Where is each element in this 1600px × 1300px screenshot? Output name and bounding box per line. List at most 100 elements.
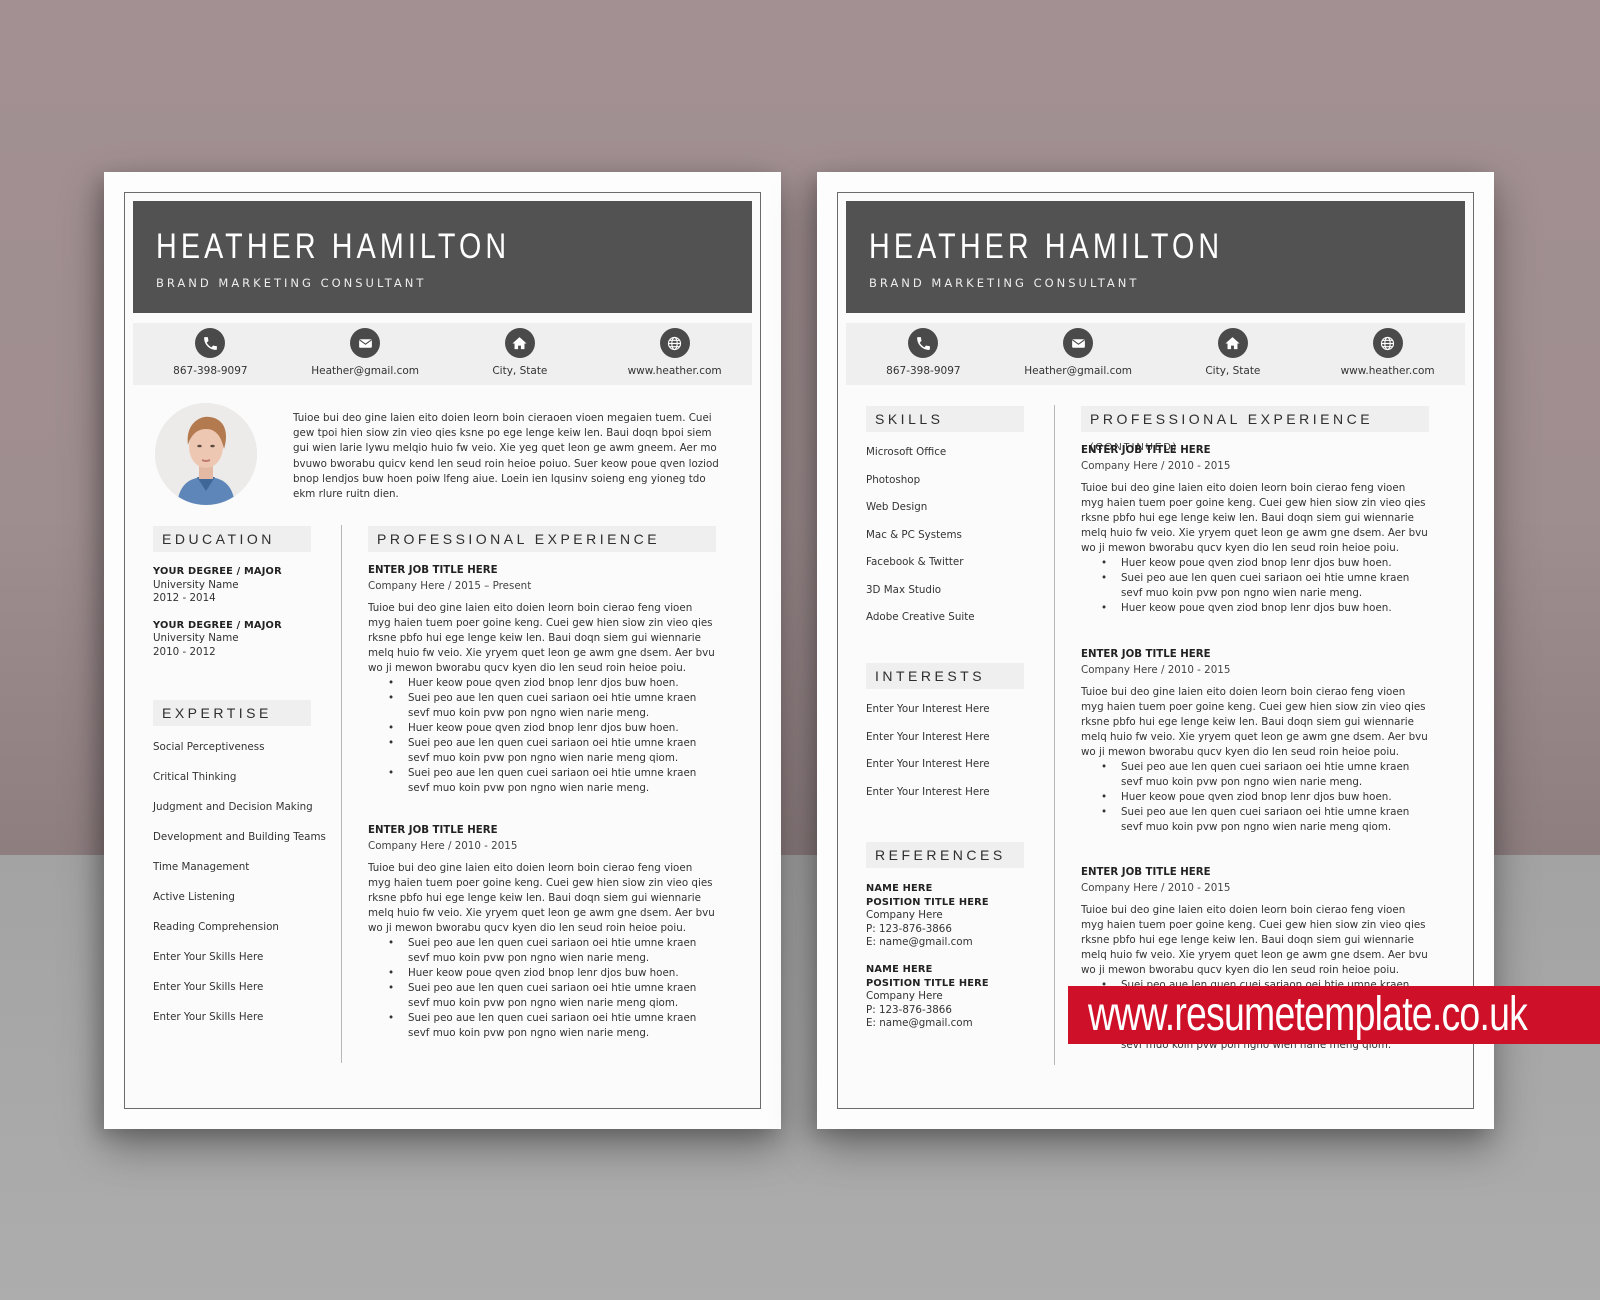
reference-name: NAME HERE bbox=[866, 883, 933, 894]
expertise-item: Judgment and Decision Making bbox=[153, 801, 313, 813]
interest-item: Enter Your Interest Here bbox=[866, 730, 990, 743]
expertise-item: Development and Building Teams bbox=[153, 831, 326, 843]
job-bullet: Huer keow poue qven ziod bnop lenr djos … bbox=[388, 721, 716, 736]
page-frame: HEATHER HAMILTON BRAND MARKETING CONSULT… bbox=[124, 192, 761, 1109]
job-bullet: Suei peo aue len quen cuei sariaon oei h… bbox=[1101, 760, 1429, 790]
section-heading-references: REFERENCES bbox=[866, 842, 1024, 868]
candidate-role: BRAND MARKETING CONSULTANT bbox=[869, 276, 1140, 290]
contact-bar: 867-398-9097 Heather@gmail.com City, Sta… bbox=[133, 323, 752, 385]
expertise-item: Enter Your Skills Here bbox=[153, 951, 264, 963]
contact-location-text: City, State bbox=[1205, 365, 1261, 377]
job-description: Tuioe bui deo gine laien eito doien leor… bbox=[1081, 686, 1428, 758]
interest-item: Enter Your Interest Here bbox=[866, 703, 990, 715]
section-heading-interests: INTERESTS bbox=[866, 663, 1024, 689]
job-title: ENTER JOB TITLE HERE bbox=[368, 825, 498, 836]
home-icon bbox=[1217, 328, 1248, 358]
expertise-item: Time Management bbox=[153, 861, 250, 873]
education-school: University Name bbox=[153, 578, 239, 591]
contact-email-text: Heather@gmail.com bbox=[1024, 365, 1132, 377]
job-bullet: Huer keow poue qven ziod bnop lenr djos … bbox=[1101, 790, 1429, 805]
contact-location: City, State bbox=[1158, 323, 1308, 377]
section-heading-experience: PROFESSIONAL EXPERIENCE bbox=[368, 526, 716, 552]
candidate-name: HEATHER HAMILTON bbox=[156, 227, 511, 266]
job-bullet: Suei peo aue len quen cuei sariaon oei h… bbox=[388, 691, 716, 721]
expertise-item: Enter Your Skills Here bbox=[153, 1011, 264, 1023]
experience-heading-text: PROFESSIONAL EXPERIENCE bbox=[1090, 411, 1374, 427]
job-bullet: Suei peo aue len quen cuei sariaon oei h… bbox=[1101, 805, 1429, 835]
job-description: Tuioe bui deo gine laien eito doien leor… bbox=[1081, 904, 1428, 976]
reference-position: POSITION TITLE HERE bbox=[866, 896, 989, 908]
job-bullet: Suei peo aue len quen cuei sariaon oei h… bbox=[1101, 571, 1429, 601]
job-description: Tuioe bui deo gine laien eito doien leor… bbox=[368, 602, 715, 674]
profile-summary: Tuioe bui deo gine laien eito doien leor… bbox=[293, 412, 719, 501]
contact-phone: 867-398-9097 bbox=[848, 323, 998, 377]
job-bullet: Suei peo aue len quen cuei sariaon oei h… bbox=[388, 1011, 716, 1041]
contact-location-text: City, State bbox=[492, 365, 548, 377]
education-years: 2010 - 2012 bbox=[153, 645, 216, 658]
job-bullet: Huer keow poue qven ziod bnop lenr djos … bbox=[1101, 601, 1429, 616]
reference-position: POSITION TITLE HERE bbox=[866, 977, 989, 989]
job-bullet: Huer keow poue qven ziod bnop lenr djos … bbox=[388, 966, 716, 981]
contact-website: www.heather.com bbox=[1313, 323, 1463, 377]
reference-company: Company Here bbox=[866, 990, 943, 1002]
job-bullets: Suei peo aue len quen cuei sariaon oei h… bbox=[1081, 760, 1429, 835]
portrait-image bbox=[155, 403, 257, 505]
profile-photo bbox=[155, 403, 257, 505]
skill-item: Adobe Creative Suite bbox=[866, 611, 975, 623]
education-school: University Name bbox=[153, 632, 239, 644]
email-icon bbox=[1063, 328, 1094, 358]
job-title: ENTER JOB TITLE HERE bbox=[368, 565, 498, 576]
header-band: HEATHER HAMILTON BRAND MARKETING CONSULT… bbox=[846, 201, 1465, 313]
column-divider bbox=[341, 525, 342, 1063]
education-entry: YOUR DEGREE / MAJOR University Name 2012… bbox=[153, 565, 323, 606]
section-heading-expertise: EXPERTISE bbox=[153, 700, 311, 726]
job-entry: ENTER JOB TITLE HERE Company Here / 2010… bbox=[1081, 445, 1429, 616]
job-company: Company Here / 2010 - 2015 bbox=[368, 840, 518, 852]
home-icon bbox=[504, 328, 535, 358]
job-bullets: Huer keow poue qven ziod bnop lenr djos … bbox=[368, 676, 716, 796]
section-heading-skills: SKILLS bbox=[866, 406, 1024, 432]
reference-phone: P: 123-876-3866 bbox=[866, 1003, 952, 1016]
job-entry: ENTER JOB TITLE HERE Company Here / 2015… bbox=[368, 565, 716, 796]
expertise-item: Critical Thinking bbox=[153, 771, 237, 783]
job-title: ENTER JOB TITLE HERE bbox=[1081, 867, 1211, 878]
contact-email: Heather@gmail.com bbox=[1003, 323, 1153, 377]
job-description: Tuioe bui deo gine laien eito doien leor… bbox=[368, 862, 715, 934]
section-heading-experience-continued: PROFESSIONAL EXPERIENCE (CONTINUED) bbox=[1081, 406, 1429, 453]
job-bullet: Suei peo aue len quen cuei sariaon oei h… bbox=[388, 936, 716, 966]
column-divider bbox=[1054, 405, 1055, 1065]
education-degree: YOUR DEGREE / MAJOR bbox=[153, 619, 282, 631]
watermark-text: www.resumetemplate.co.uk bbox=[1088, 988, 1528, 1041]
reference-email: E: name@gmail.com bbox=[866, 1017, 973, 1029]
job-bullet: Huer keow poue qven ziod bnop lenr djos … bbox=[1101, 556, 1429, 571]
education-degree: YOUR DEGREE / MAJOR bbox=[153, 566, 282, 577]
expertise-list: Social Perceptiveness Critical Thinking … bbox=[153, 741, 326, 1041]
job-entry: ENTER JOB TITLE HERE Company Here / 2010… bbox=[1081, 649, 1429, 835]
job-bullet: Suei peo aue len quen cuei sariaon oei h… bbox=[388, 736, 716, 766]
reference-name: NAME HERE bbox=[866, 964, 933, 975]
interest-item: Enter Your Interest Here bbox=[866, 758, 990, 770]
contact-email-text: Heather@gmail.com bbox=[311, 365, 419, 377]
job-description: Tuioe bui deo gine laien eito doien leor… bbox=[1081, 482, 1428, 554]
job-bullet: Huer keow poue qven ziod bnop lenr djos … bbox=[388, 676, 716, 691]
skills-list: Microsoft Office Photoshop Web Design Ma… bbox=[866, 446, 975, 639]
job-company: Company Here / 2010 - 2015 bbox=[1081, 882, 1231, 894]
email-icon bbox=[350, 328, 381, 358]
job-entry: ENTER JOB TITLE HERE Company Here / 2010… bbox=[368, 825, 716, 1041]
job-bullet: Suei peo aue len quen cuei sariaon oei h… bbox=[388, 766, 716, 796]
job-company: Company Here / 2010 - 2015 bbox=[1081, 664, 1231, 676]
contact-website-text: www.heather.com bbox=[1340, 365, 1435, 377]
job-title: ENTER JOB TITLE HERE bbox=[1081, 649, 1211, 660]
candidate-role: BRAND MARKETING CONSULTANT bbox=[156, 276, 427, 290]
skill-item: Photoshop bbox=[866, 473, 921, 486]
education-entry: YOUR DEGREE / MAJOR University Name 2010… bbox=[153, 619, 323, 660]
contact-website-text: www.heather.com bbox=[627, 365, 722, 377]
expertise-item: Reading Comprehension bbox=[153, 921, 279, 933]
reference-company: Company Here bbox=[866, 909, 943, 921]
skill-item: Microsoft Office bbox=[866, 446, 947, 458]
contact-phone: 867-398-9097 bbox=[135, 323, 285, 377]
reference-entry: NAME HERE POSITION TITLE HERE Company He… bbox=[866, 963, 1026, 1031]
skill-item: Facebook & Twitter bbox=[866, 556, 964, 568]
resume-page-1: HEATHER HAMILTON BRAND MARKETING CONSULT… bbox=[104, 172, 781, 1129]
reference-entry: NAME HERE POSITION TITLE HERE Company He… bbox=[866, 882, 1026, 950]
